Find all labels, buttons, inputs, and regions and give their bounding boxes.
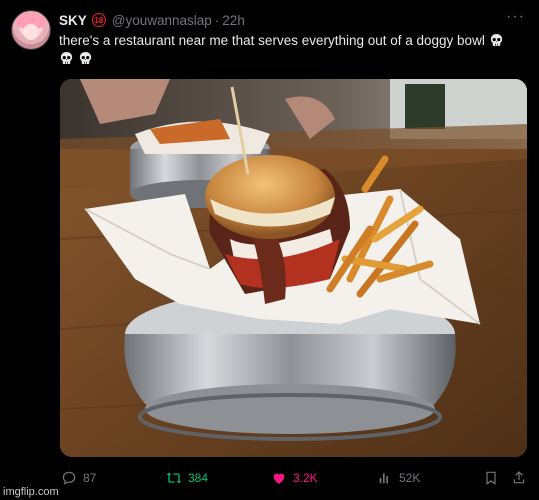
avatar-face [23, 24, 39, 40]
skull-icon [490, 33, 502, 46]
tweet-text: there's a restaurant near me that serves… [59, 33, 485, 48]
like-count: 3.2K [293, 471, 318, 485]
food-in-dog-bowl-image [60, 79, 527, 457]
tweet-text-container: there's a restaurant near me that serves… [59, 32, 529, 68]
more-options-button[interactable]: ··· [506, 9, 525, 25]
share-icon [513, 471, 525, 484]
bookmark-button[interactable] [483, 470, 505, 486]
repost-button[interactable]: 384 [166, 470, 208, 486]
separator-dot: · [214, 12, 220, 28]
repost-count: 384 [188, 471, 209, 485]
views-count: 52K [399, 471, 421, 485]
share-button[interactable] [511, 470, 533, 486]
reply-button[interactable]: 87 [61, 470, 96, 486]
tweet: SKY 18 @youwannaslap · 22h ··· there's a… [0, 0, 539, 500]
repost-icon [166, 472, 182, 484]
display-name[interactable]: SKY [59, 13, 87, 28]
timestamp[interactable]: 22h [222, 13, 245, 28]
imgflip-watermark: imgflip.com [3, 486, 59, 498]
reply-icon [62, 471, 76, 485]
age-badge: 18 [91, 13, 106, 27]
views-button[interactable]: 52K [377, 470, 420, 486]
bookmark-icon [486, 471, 496, 485]
like-button[interactable]: 3.2K [271, 470, 318, 486]
skull-icon [79, 51, 91, 64]
reply-count: 87 [83, 471, 97, 485]
views-icon [379, 473, 388, 484]
skull-icon [60, 51, 73, 64]
like-icon [273, 473, 285, 484]
tweet-actions: 87 384 3.2K 52K [59, 470, 529, 488]
tweet-header: SKY 18 @youwannaslap · 22h [59, 11, 245, 29]
user-handle[interactable]: @youwannaslap [112, 13, 212, 28]
avatar[interactable] [11, 10, 51, 50]
tweet-photo[interactable] [60, 79, 527, 457]
